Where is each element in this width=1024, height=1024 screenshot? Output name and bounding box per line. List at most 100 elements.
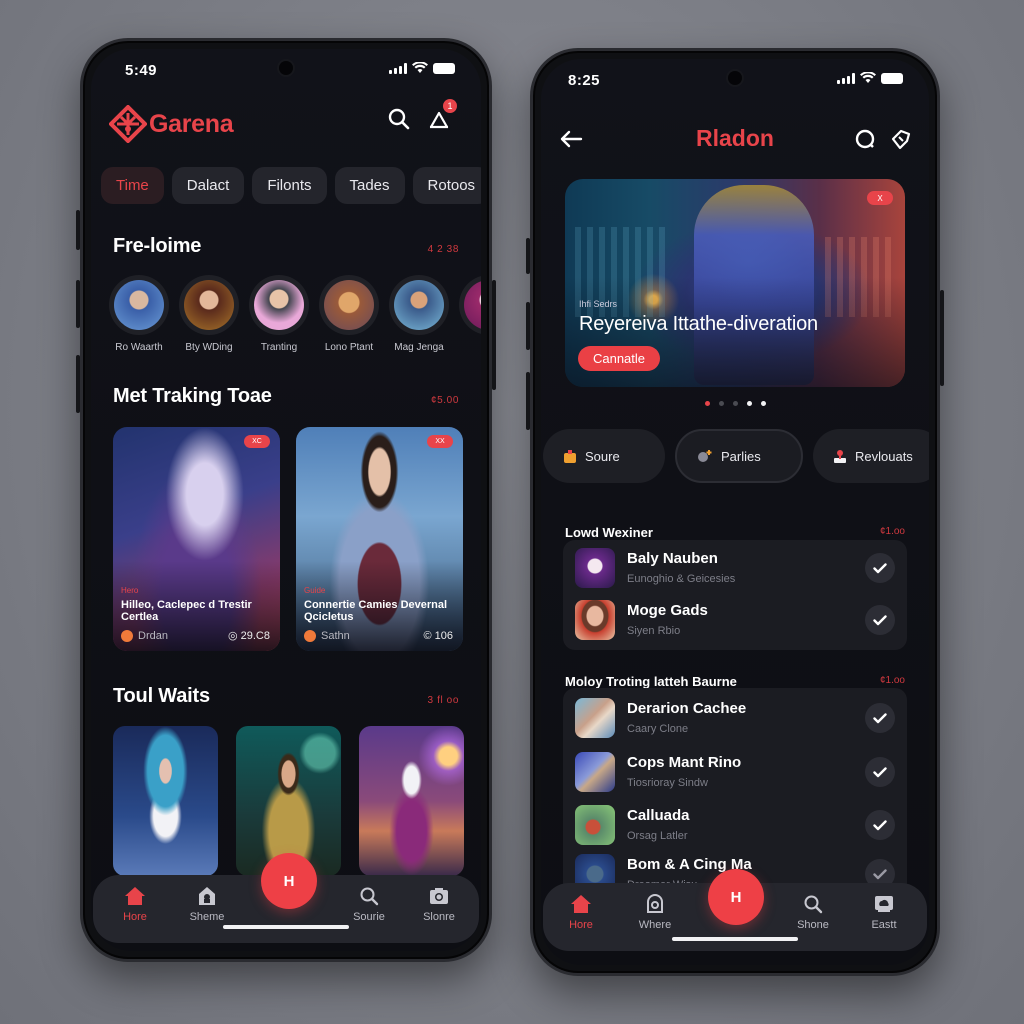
check-icon: [873, 819, 887, 830]
item-subtitle: Caary Clone: [627, 723, 689, 735]
check-button[interactable]: [865, 553, 895, 583]
card-author: Sathn: [304, 630, 350, 642]
home-indicator[interactable]: [672, 937, 798, 941]
nav-item-eastt[interactable]: Eastt: [854, 893, 914, 931]
fab-button[interactable]: H: [708, 869, 764, 925]
home-indicator[interactable]: [223, 925, 349, 929]
avatar-name: Mag Jenga: [394, 342, 444, 353]
avatar-name: Ca: [459, 342, 481, 353]
item-title: Cops Mant Rino: [627, 754, 742, 771]
nav-item-shone[interactable]: Shone: [783, 893, 843, 931]
list-item[interactable]: Baly Nauben Eunoghio & Geicesies: [575, 548, 895, 592]
avatar-item[interactable]: Mag Jenga: [389, 275, 449, 353]
brand-logo[interactable]: Garena: [109, 105, 234, 143]
trending-card[interactable]: XC Hero Hilleo, Caclepec d Trestir Certl…: [113, 427, 280, 651]
waits-card[interactable]: [359, 726, 464, 876]
pill-revlouats[interactable]: Revlouats: [813, 429, 929, 483]
nav-item-slonre[interactable]: Slonre: [409, 885, 469, 923]
status-icons: [837, 72, 903, 84]
check-button[interactable]: [865, 605, 895, 635]
banner-cta-button[interactable]: Cannatle: [578, 346, 660, 371]
section-meta-featured[interactable]: 4 2 38: [428, 244, 459, 255]
status-time: 5:49: [125, 62, 158, 79]
waits-card[interactable]: [113, 726, 218, 876]
section-title-two: Moloy Troting latteh Baurne: [565, 674, 737, 689]
chip-filonts[interactable]: Filonts: [252, 167, 327, 204]
card-author: Drdan: [121, 630, 168, 642]
check-icon: [873, 614, 887, 625]
nav-item-where[interactable]: Where: [625, 893, 685, 931]
section-meta-trending[interactable]: ¢5.00: [431, 395, 459, 406]
nav-item-sheme[interactable]: Sheme: [177, 885, 237, 923]
hero-banner[interactable]: X Ihfi Sedrs Reyereiva Ittathe-diveratio…: [565, 179, 905, 387]
status-time: 8:25: [568, 72, 601, 89]
section-meta-waits[interactable]: 3 fl oo: [428, 695, 459, 706]
search-button[interactable]: [851, 125, 879, 153]
avatar-item[interactable]: Ro Waarth: [109, 275, 169, 353]
carousel-dot[interactable]: [704, 401, 710, 406]
search-button[interactable]: [385, 105, 413, 133]
cloud-box-icon: [875, 896, 893, 912]
chip-tades[interactable]: Tades: [334, 167, 405, 204]
check-icon: [873, 868, 887, 879]
search-icon: [388, 108, 410, 130]
carousel-dot[interactable]: [732, 401, 738, 406]
chip-rotoos[interactable]: Rotoos: [412, 167, 481, 204]
quick-action-pills: Soure Parlies Revlouats: [543, 429, 929, 483]
status-icons: [389, 62, 455, 74]
avatar-item[interactable]: Tranting: [249, 275, 309, 353]
card-kicker: Hero: [121, 586, 139, 595]
carousel-dot[interactable]: [760, 401, 766, 406]
item-title: Moge Gads: [627, 602, 708, 619]
card-stat: © 106: [423, 630, 453, 642]
section-title-trending: Met Traking Toae: [113, 385, 272, 407]
check-button[interactable]: [865, 703, 895, 733]
section-meta-two[interactable]: ¢1.oo: [880, 675, 905, 686]
battery-icon: [881, 72, 903, 84]
chip-time[interactable]: Time: [101, 167, 164, 204]
nav-label: Eastt: [871, 919, 897, 931]
list-item[interactable]: Cops Mant Rino Tiosrioray Sindw: [575, 752, 895, 796]
nav-label: Where: [638, 919, 672, 931]
front-camera: [279, 61, 293, 75]
search-icon: [804, 895, 823, 914]
list-item[interactable]: Derarion Cachee Caary Clone: [575, 698, 895, 742]
nav-item-home[interactable]: Hore: [105, 885, 165, 923]
tag-button[interactable]: [887, 125, 915, 153]
search-icon: [855, 129, 875, 149]
trending-cards: XC Hero Hilleo, Caclepec d Trestir Certl…: [113, 427, 463, 651]
trending-card[interactable]: XX Guide Connertie Camies Devernal Qcicl…: [296, 427, 463, 651]
shop-icon: [199, 887, 215, 905]
nav-item-home[interactable]: Hore: [551, 893, 611, 931]
list-item[interactable]: Moge Gads Siyen Rbio: [575, 600, 895, 644]
avatar-item[interactable]: Bty WDing: [179, 275, 239, 353]
avatar-name: Lono Ptant: [324, 342, 374, 353]
section-meta-one[interactable]: ¢1.oo: [880, 526, 905, 537]
pill-parlies[interactable]: Parlies: [675, 429, 803, 483]
avatar-image: [324, 280, 374, 330]
avatar-item[interactable]: Lono Ptant: [319, 275, 379, 353]
gift-icon: [564, 449, 576, 463]
search-icon: [360, 887, 379, 906]
nav-label: Hore: [123, 911, 147, 923]
pill-soure[interactable]: Soure: [543, 429, 665, 483]
banner-tag[interactable]: X: [867, 191, 893, 205]
fab-button[interactable]: H: [261, 853, 317, 909]
card-kicker: Guide: [304, 586, 326, 595]
item-title: Baly Nauben: [627, 550, 718, 567]
avatar-image: [114, 280, 164, 330]
check-button[interactable]: [865, 757, 895, 787]
app-header: Rladon: [541, 121, 929, 157]
list-item[interactable]: Calluada Orsag Latler: [575, 805, 895, 849]
carousel-dot[interactable]: [746, 401, 752, 406]
item-subtitle: Tiosrioray Sindw: [627, 777, 708, 789]
avatar-item[interactable]: Ca: [459, 275, 481, 353]
item-subtitle: Orsag Latler: [627, 830, 688, 842]
banner-kicker: Ihfi Sedrs: [579, 299, 618, 309]
avatar-row: Ro Waarth Bty WDing Tranting Lono Ptant …: [109, 275, 481, 353]
chip-dalact[interactable]: Dalact: [171, 167, 245, 204]
nav-item-sourie[interactable]: Sourie: [339, 885, 399, 923]
notification-button[interactable]: 1: [425, 99, 457, 133]
check-button[interactable]: [865, 810, 895, 840]
carousel-dot[interactable]: [718, 401, 724, 406]
